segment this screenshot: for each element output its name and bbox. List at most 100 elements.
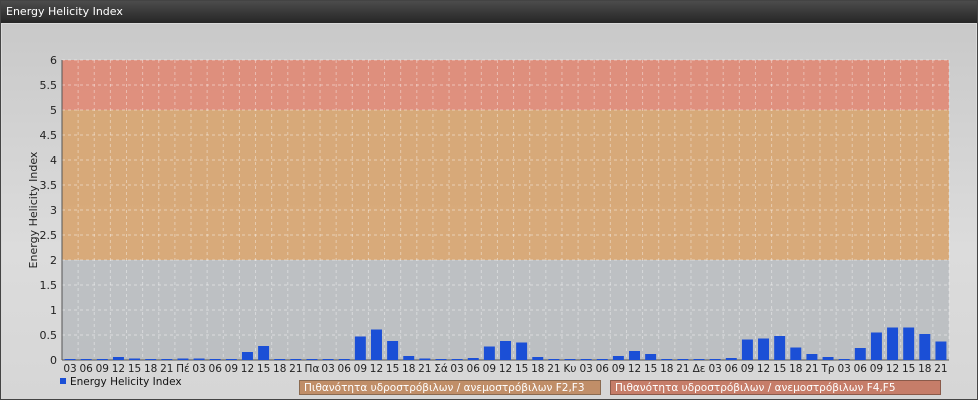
bar <box>225 359 237 360</box>
x-tick-label: 15 <box>386 363 399 375</box>
bar <box>693 359 705 360</box>
x-tick-label: 21 <box>676 363 689 375</box>
legend-swatch <box>60 378 66 384</box>
x-tick-label: 03 <box>192 363 205 375</box>
x-tick-label: 18 <box>531 363 544 375</box>
x-tick-label: 06 <box>209 363 223 375</box>
bar <box>370 329 382 360</box>
x-tick-label: 09 <box>354 363 367 375</box>
x-tick-label: 06 <box>725 363 739 375</box>
bar <box>419 358 431 360</box>
x-tick-label: 15 <box>773 363 786 375</box>
x-tick-label: 18 <box>918 363 931 375</box>
x-tick-label: Πα <box>305 363 320 375</box>
bar <box>435 359 447 360</box>
bar <box>645 354 657 360</box>
x-tick-label: Κυ <box>564 363 577 375</box>
bar <box>806 354 818 360</box>
bar <box>919 334 931 360</box>
bar <box>338 359 350 360</box>
bar <box>903 327 915 360</box>
y-tick-labels: 0 0.5 1 1.5 2 2.5 3 3.5 4 4.5 5 5.5 6 <box>40 54 58 367</box>
bar <box>935 341 947 360</box>
x-tick-label: 12 <box>370 363 383 375</box>
x-tick-label: 06 <box>467 363 481 375</box>
x-tick-label: 15 <box>257 363 270 375</box>
x-tick-label: 03 <box>579 363 592 375</box>
y-tick-label: 5 <box>50 104 57 117</box>
bar <box>96 359 108 360</box>
x-tick-labels: 03 06 09 12 15 18 21 Πέ 03 06 09 12 15 18 21 Πα 03 06 09 12… <box>63 363 947 375</box>
bar <box>354 336 366 360</box>
x-tick-label: 12 <box>112 363 125 375</box>
bar <box>322 359 334 360</box>
bar <box>774 336 786 360</box>
bar <box>612 356 624 360</box>
x-tick-label: 06 <box>854 363 868 375</box>
bar <box>725 358 737 360</box>
y-tick-label: 3.5 <box>40 179 58 192</box>
x-tick-label: 18 <box>402 363 415 375</box>
x-tick-label: 21 <box>934 363 947 375</box>
x-tick-label: 09 <box>612 363 625 375</box>
x-tick-label: 21 <box>418 363 431 375</box>
y-tick-label: 6 <box>50 54 57 67</box>
x-tick-label: 12 <box>628 363 641 375</box>
bar <box>661 359 673 360</box>
x-tick-label: 06 <box>596 363 610 375</box>
bar <box>838 359 850 360</box>
x-tick-label: 21 <box>805 363 818 375</box>
bar <box>290 359 302 360</box>
bar <box>709 359 721 360</box>
bar <box>387 341 399 360</box>
bar <box>306 359 318 360</box>
x-tick-label: 12 <box>886 363 899 375</box>
x-tick-label: 12 <box>499 363 512 375</box>
x-tick-label: 21 <box>160 363 173 375</box>
bar <box>548 359 560 360</box>
y-tick-label: 4 <box>50 154 57 167</box>
y-tick-label: 2.5 <box>40 229 58 242</box>
bar <box>483 346 495 360</box>
legend-label: Energy Helicity Index <box>70 376 182 388</box>
x-tick-label: 06 <box>80 363 94 375</box>
x-tick-label: 18 <box>144 363 157 375</box>
bar <box>64 359 76 360</box>
x-tick-label: Σά <box>434 363 448 375</box>
bar <box>145 359 157 360</box>
x-tick-label: Δε <box>693 363 706 375</box>
x-tick-label: 03 <box>450 363 463 375</box>
bar <box>193 358 205 360</box>
x-tick-label: Πέ <box>176 363 190 375</box>
bar <box>677 359 689 360</box>
bar <box>790 347 802 360</box>
bar <box>741 339 753 360</box>
bar <box>274 359 286 360</box>
x-tick-label: 15 <box>644 363 657 375</box>
zone-label-f4-f5: Πιθανότητα υδροστρόβιλων / ανεμοστρόβιλω… <box>610 380 941 395</box>
y-tick-label: 5.5 <box>40 79 58 92</box>
bar <box>403 356 415 360</box>
x-tick-label: 18 <box>660 363 673 375</box>
x-tick-label: 03 <box>321 363 334 375</box>
bar <box>241 352 253 360</box>
x-tick-label: 18 <box>789 363 802 375</box>
y-tick-label: 4.5 <box>40 129 58 142</box>
x-tick-label: 15 <box>515 363 528 375</box>
bar <box>870 332 882 360</box>
bar <box>112 357 124 360</box>
bar <box>532 357 544 360</box>
bar <box>564 359 576 360</box>
y-tick-label: 3 <box>50 204 57 217</box>
zone-label-f2-f3: Πιθανότητα υδροστρόβιλων / ανεμοστρόβιλω… <box>299 380 601 395</box>
y-tick-label: 2 <box>50 254 57 267</box>
x-tick-label: 18 <box>273 363 286 375</box>
bar <box>516 342 528 360</box>
bar <box>854 348 866 360</box>
bar <box>822 357 834 360</box>
x-tick-label: 03 <box>837 363 850 375</box>
x-tick-label: 12 <box>241 363 254 375</box>
bar <box>451 359 463 360</box>
y-tick-label: 0 <box>50 354 57 367</box>
x-tick-label: 21 <box>289 363 302 375</box>
